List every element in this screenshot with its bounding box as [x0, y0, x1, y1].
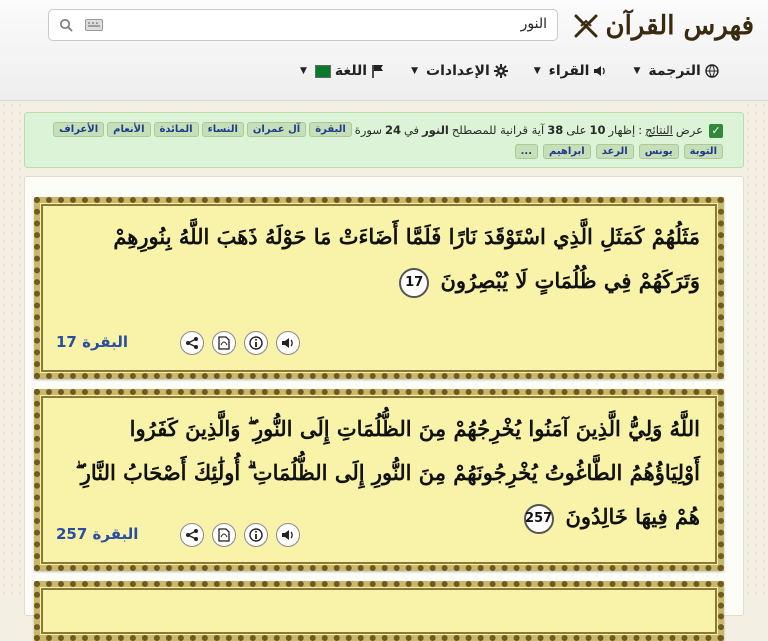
- keyboard-icon[interactable]: [85, 19, 103, 31]
- surah-count: 24: [384, 122, 401, 137]
- verse-card: اللَّهُ وَلِيُّ الَّذِينَ آمَنُوا يُخْرِ…: [34, 389, 724, 571]
- chevron-down-icon: ▼: [411, 66, 419, 76]
- search-input[interactable]: النور: [48, 9, 558, 41]
- pdf-button[interactable]: [212, 331, 236, 355]
- info-button[interactable]: [244, 331, 268, 355]
- ornamental-border: [34, 581, 724, 641]
- verse-card: [34, 581, 724, 641]
- verse-actions: [180, 523, 300, 547]
- verse-reference-link[interactable]: البقرة 17: [56, 333, 128, 351]
- total-count: 38: [547, 122, 564, 137]
- menu-language-label: اللغة: [334, 63, 368, 79]
- flag-icon: [372, 65, 384, 78]
- pdf-button[interactable]: [212, 523, 236, 547]
- verse-number-badge: 17: [399, 267, 430, 298]
- more-tags-button[interactable]: ...: [514, 144, 538, 159]
- summary-separator: :: [638, 122, 643, 137]
- verse-card: مَثَلُهُمْ كَمَثَلِ الَّذِي اسْتَوْقَدَ …: [34, 197, 724, 379]
- speaker-icon: [282, 338, 293, 348]
- surah-tag[interactable]: البقرة: [309, 122, 352, 137]
- surah-tag[interactable]: ابراهيم: [543, 144, 591, 159]
- surah-tag[interactable]: الأنعام: [107, 122, 151, 137]
- crossed-swords-logo-icon: [574, 14, 598, 38]
- surah-tags-row: التوبة يونس الرعد ابراهيم ...: [514, 144, 723, 159]
- menu-translation[interactable]: الترجمة ▼: [633, 63, 719, 79]
- top-navbar: فهرس القرآن النور الترجمة ▼ القراء ▼ الإ…: [0, 0, 768, 101]
- menu-reciters-label: القراء: [548, 63, 590, 79]
- summary-of: على: [566, 122, 587, 137]
- summary-in: في: [403, 122, 420, 137]
- summary-surah-word: سورة: [354, 122, 382, 137]
- main-menu: الترجمة ▼ القراء ▼ الإعدادات ▼ اللغة ▼: [300, 63, 719, 79]
- verse-text: اللَّهُ وَلِيُّ الَّذِينَ آمَنُوا يُخْرِ…: [58, 407, 700, 539]
- menu-language[interactable]: اللغة ▼: [300, 63, 385, 79]
- menu-settings-label: الإعدادات: [426, 63, 490, 79]
- surah-tag[interactable]: الأعراف: [53, 122, 105, 137]
- surah-tag[interactable]: النساء: [201, 122, 244, 137]
- speaker-icon: [282, 530, 293, 540]
- search-icon[interactable]: [59, 18, 73, 32]
- summary-ayah-text: آية قرانية للمصطلح: [451, 122, 545, 137]
- surah-tag[interactable]: آل عمران: [246, 122, 307, 137]
- checkbox-icon[interactable]: ✓: [709, 124, 723, 138]
- play-audio-button[interactable]: [276, 523, 300, 547]
- info-icon: [249, 528, 263, 542]
- brand-title: فهرس القرآن: [605, 11, 754, 41]
- summary-showing: إظهار: [608, 122, 636, 137]
- menu-reciters[interactable]: القراء ▼: [534, 63, 608, 79]
- menu-settings[interactable]: الإعدادات ▼: [411, 63, 508, 79]
- verse-text: مَثَلُهُمْ كَمَثَلِ الَّذِي اسْتَوْقَدَ …: [58, 215, 700, 303]
- menu-translation-label: الترجمة: [648, 63, 701, 79]
- play-audio-button[interactable]: [276, 331, 300, 355]
- verse-actions: [180, 331, 300, 355]
- speaker-icon: [594, 66, 606, 76]
- page-background-pattern: [744, 101, 768, 600]
- verse-arabic: اللَّهُ وَلِيُّ الَّذِينَ آمَنُوا يُخْرِ…: [75, 416, 700, 529]
- results-summary: ✓ عرض النتائج : إظهار 10 على 38 آية قران…: [24, 112, 744, 168]
- saudi-flag-icon: [314, 64, 331, 78]
- pdf-icon: [218, 336, 230, 350]
- surah-tag[interactable]: يونس: [638, 144, 679, 159]
- summary-prefix: عرض: [675, 122, 703, 137]
- info-button[interactable]: [244, 523, 268, 547]
- brand[interactable]: فهرس القرآن: [573, 6, 754, 46]
- surah-tag[interactable]: المائدة: [153, 122, 199, 137]
- verse-reference-link[interactable]: البقرة 257: [56, 525, 138, 543]
- globe-icon: [705, 64, 719, 78]
- share-button[interactable]: [180, 523, 204, 547]
- share-icon: [186, 529, 198, 541]
- shown-count: 10: [589, 122, 606, 137]
- search-query: النور: [520, 16, 547, 32]
- page-background-pattern: [0, 101, 24, 600]
- share-icon: [186, 337, 198, 349]
- share-button[interactable]: [180, 331, 204, 355]
- surah-tag[interactable]: الرعد: [595, 144, 634, 159]
- info-icon: [249, 336, 263, 350]
- chevron-down-icon: ▼: [533, 66, 541, 76]
- results-link[interactable]: النتائج: [645, 123, 673, 137]
- chevron-down-icon: ▼: [300, 66, 307, 76]
- results-summary-text: عرض النتائج : إظهار 10 على 38 آية قرانية…: [53, 122, 703, 137]
- verse-number-badge: 257: [524, 503, 555, 534]
- search-term: النور: [422, 122, 449, 137]
- gear-icon: [493, 64, 508, 78]
- chevron-down-icon: ▼: [633, 66, 641, 76]
- surah-tag[interactable]: التوبة: [683, 144, 723, 159]
- pdf-icon: [218, 528, 230, 542]
